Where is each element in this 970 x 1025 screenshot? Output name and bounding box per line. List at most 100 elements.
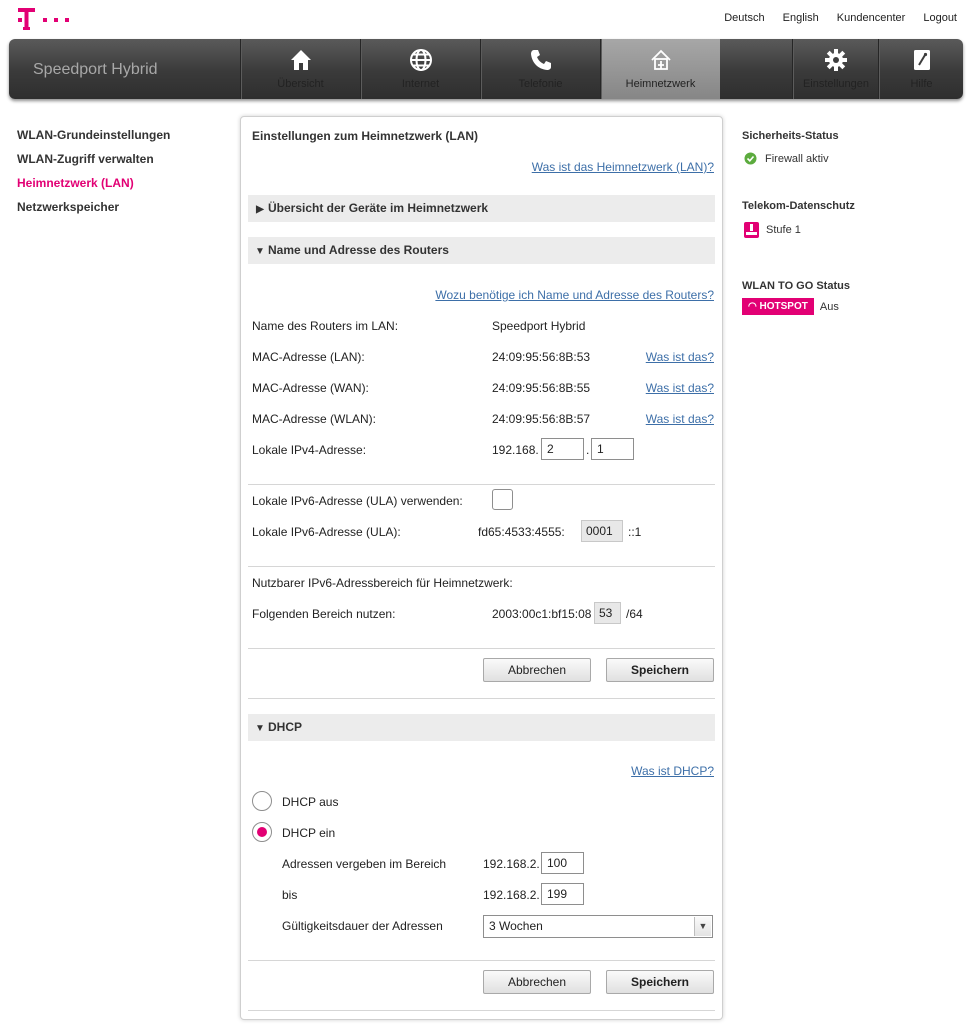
cancel-button[interactable]: Abbrechen (483, 658, 591, 682)
nav-item-hilfe[interactable]: Hilfe (878, 39, 963, 99)
privacy-level: Stufe 1 (766, 224, 801, 236)
wlan-to-go-title: WLAN TO GO Status (742, 280, 850, 292)
status-panel: Sicherheits-Status Firewall aktiv Teleko… (742, 130, 952, 315)
dhcp-lease-select[interactable]: 3 Wochen ▼ (483, 915, 713, 938)
sidebar-item-heimnetzwerk-lan[interactable]: Heimnetzwerk (LAN) (17, 176, 170, 200)
telekom-logo[interactable] (18, 6, 70, 32)
ula-subnet-field: 0001 (581, 520, 623, 542)
chevron-down-icon: ▼ (694, 917, 711, 936)
mac-wan-label: MAC-Adresse (WAN): (252, 381, 369, 395)
nav-item-internet[interactable]: Internet (360, 39, 480, 99)
ula-suffix: ::1 (628, 525, 642, 539)
dhcp-lease-label: Gültigkeitsdauer der Adressen (282, 919, 443, 933)
dhcp-save-button[interactable]: Speichern (606, 970, 714, 994)
sidebar-item-wlan-zugriff[interactable]: WLAN-Zugriff verwalten (17, 152, 170, 176)
wifi-icon: ◠ (748, 301, 757, 312)
firewall-status: Firewall aktiv (765, 152, 829, 165)
phone-icon (529, 48, 553, 72)
save-button[interactable]: Speichern (606, 658, 714, 682)
dhcp-to-prefix: 192.168.2. (483, 888, 540, 902)
nav-item-einstellungen[interactable]: Einstellungen (792, 39, 879, 99)
nav-label: Internet (401, 78, 440, 90)
brand-name: Speedport Hybrid (33, 61, 158, 78)
sidebar: WLAN-Grundeinstellungen WLAN-Zugriff ver… (17, 128, 170, 224)
nav-label: Hilfe (910, 78, 933, 90)
dhcp-range-end-input[interactable]: 199 (541, 883, 584, 905)
ula-label: Lokale IPv6-Adresse (ULA): (252, 525, 401, 539)
ipv6-range-label: Folgenden Bereich nutzen: (252, 607, 396, 621)
dhcp-range-prefix: 192.168.2. (483, 857, 540, 871)
router-name-value: Speedport Hybrid (492, 319, 586, 333)
nav-item-telefonie[interactable]: Telefonie (480, 39, 600, 99)
dhcp-on-label: DHCP ein (282, 826, 336, 840)
main-nav: Speedport Hybrid Übersicht Internet Tele… (9, 39, 963, 99)
link-logout[interactable]: Logout (923, 12, 957, 24)
ipv6-range-prefix: 2003:00c1:bf15:08 (492, 607, 592, 621)
divider (248, 1010, 715, 1011)
help-link-dhcp[interactable]: Was ist DHCP? (631, 764, 714, 778)
top-links: Deutsch English Kundencenter Logout (709, 12, 957, 24)
dhcp-lease-value: 3 Wochen (489, 919, 543, 933)
hotspot-status: Aus (819, 300, 839, 313)
dhcp-range-start-input[interactable]: 100 (541, 852, 584, 874)
dhcp-cancel-button[interactable]: Abbrechen (483, 970, 591, 994)
divider (248, 484, 715, 485)
ula-checkbox[interactable] (492, 489, 513, 510)
help-link-lan[interactable]: Was ist das Heimnetzwerk (LAN)? (532, 160, 714, 174)
sidebar-item-netzwerkspeicher[interactable]: Netzwerkspeicher (17, 200, 170, 224)
divider (248, 566, 715, 567)
home-icon (289, 48, 313, 72)
home-network-icon (649, 48, 673, 72)
ipv6-range-suffix: /64 (626, 607, 643, 621)
help-link-router[interactable]: Wozu benötige ich Name und Adresse des R… (435, 288, 714, 302)
link-english[interactable]: English (783, 12, 819, 24)
nav-label: Telefonie (518, 78, 563, 90)
page-title: Einstellungen zum Heimnetzwerk (LAN) (252, 129, 479, 143)
security-status-title: Sicherheits-Status (742, 130, 839, 142)
dhcp-on-radio[interactable] (252, 822, 272, 842)
privacy-title: Telekom-Datenschutz (742, 200, 855, 212)
mac-lan-label: MAC-Adresse (LAN): (252, 350, 365, 364)
router-name-label: Name des Routers im LAN: (252, 319, 399, 333)
sidebar-item-wlan-grundeinstellungen[interactable]: WLAN-Grundeinstellungen (17, 128, 170, 152)
section-title: Übersicht der Geräte im Heimnetzwerk (268, 201, 489, 215)
check-icon (744, 152, 757, 165)
nav-item-uebersicht[interactable]: Übersicht (240, 39, 360, 99)
dhcp-to-label: bis (282, 888, 298, 902)
privacy-level-icon[interactable] (744, 222, 759, 238)
ipv4-fourth-octet-input[interactable]: 1 (591, 438, 634, 460)
ipv6-range-field: 53 (594, 602, 621, 624)
link-kundencenter[interactable]: Kundencenter (837, 12, 906, 24)
ipv4-dot: . (586, 443, 590, 457)
section-title: DHCP (268, 720, 303, 734)
mac-wan-value: 24:09:95:56:8B:55 (492, 381, 591, 395)
triangle-down-icon: ▼ (255, 723, 265, 734)
ipv4-third-octet-input[interactable]: 2 (541, 438, 584, 460)
mac-lan-value: 24:09:95:56:8B:53 (492, 350, 591, 364)
help-link-mac-wlan[interactable]: Was ist das? (646, 412, 714, 426)
hotspot-badge: ◠ HOTSPOT (742, 298, 814, 315)
section-dhcp[interactable]: ▼ DHCP (248, 714, 715, 741)
triangle-down-icon: ▼ (255, 246, 265, 257)
section-router-name[interactable]: ▼ Name und Adresse des Routers (248, 237, 715, 264)
divider (248, 648, 715, 649)
mac-wlan-label: MAC-Adresse (WLAN): (252, 412, 377, 426)
nav-item-heimnetzwerk[interactable]: Heimnetzwerk (600, 39, 720, 99)
dhcp-range-label: Adressen vergeben im Bereich (282, 857, 447, 871)
mac-wlan-value: 24:09:95:56:8B:57 (492, 412, 591, 426)
divider (248, 698, 715, 699)
ipv4-prefix: 192.168. (492, 443, 539, 457)
nav-label: Übersicht (277, 78, 324, 90)
nav-label: Einstellungen (802, 78, 870, 90)
divider (248, 960, 715, 961)
help-link-mac-wan[interactable]: Was ist das? (646, 381, 714, 395)
ipv4-label: Lokale IPv4-Adresse: (252, 443, 367, 457)
gear-icon (824, 48, 848, 72)
triangle-right-icon: ▶ (256, 204, 264, 215)
link-deutsch[interactable]: Deutsch (724, 12, 764, 24)
help-link-mac-lan[interactable]: Was ist das? (646, 350, 714, 364)
ula-use-label: Lokale IPv6-Adresse (ULA) verwenden: (252, 494, 463, 508)
ula-prefix: fd65:4533:4555: (478, 525, 565, 539)
dhcp-off-radio[interactable] (252, 791, 272, 811)
section-overview-devices[interactable]: ▶ Übersicht der Geräte im Heimnetzwerk (248, 195, 715, 222)
